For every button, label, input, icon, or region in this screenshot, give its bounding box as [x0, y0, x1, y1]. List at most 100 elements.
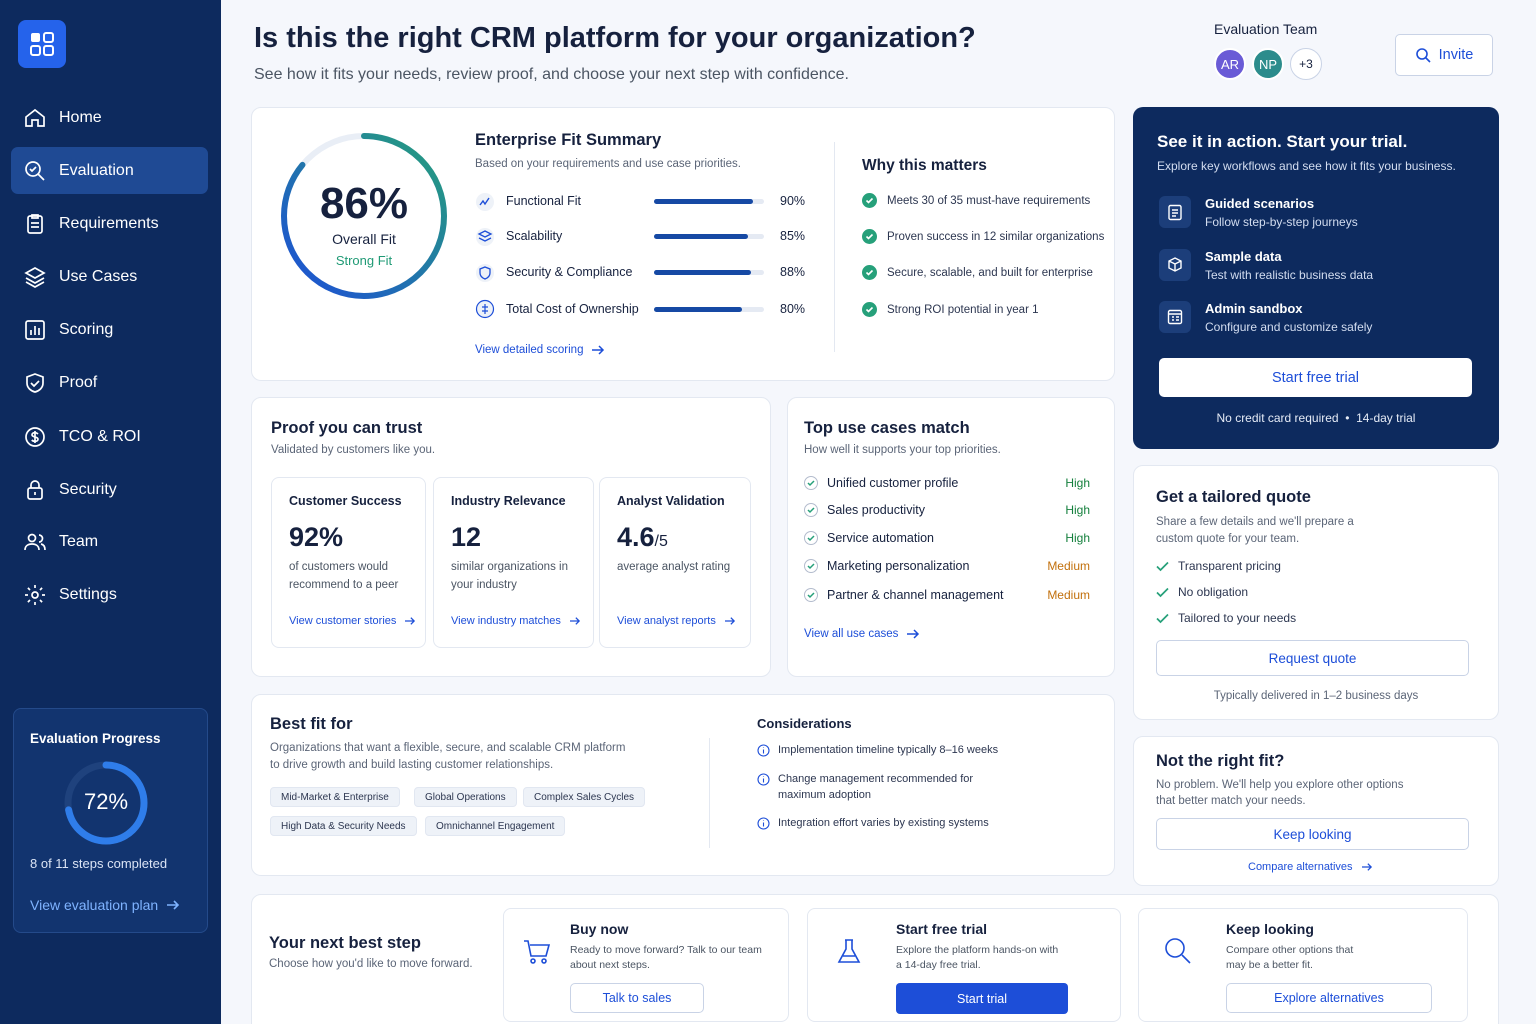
talk-to-sales-button[interactable]: Talk to sales — [570, 983, 704, 1013]
box-icon — [1159, 249, 1191, 281]
trial-subtitle: Explore key workflows and see how it fit… — [1157, 159, 1456, 173]
start-trial-button[interactable]: Start trial — [896, 983, 1068, 1014]
sidebar-item-home[interactable]: Home — [11, 94, 208, 141]
view-industry-matches-link[interactable]: View industry matches — [451, 615, 581, 627]
fit-row-value: 90% — [780, 194, 806, 208]
trial-card: See it in action. Start your trial. Expl… — [1133, 107, 1499, 449]
not-fit-title: Not the right fit? — [1156, 752, 1285, 770]
sidebar-item-scoring[interactable]: Scoring — [11, 306, 208, 353]
link-label: View detailed scoring — [475, 344, 584, 356]
keep-looking-button[interactable]: Keep looking — [1156, 818, 1469, 850]
sidebar-item-requirements[interactable]: Requirements — [11, 200, 208, 247]
view-all-use-cases-link[interactable]: View all use cases — [804, 628, 920, 640]
sidebar-item-label: Scoring — [59, 320, 114, 338]
trial-feature: Admin sandbox Configure and customize saf… — [1159, 301, 1372, 334]
why-item: Meets 30 of 35 must-have requirements — [862, 193, 1090, 208]
start-free-trial-button[interactable]: Start free trial — [1159, 358, 1472, 397]
search-icon — [1415, 48, 1431, 63]
arrow-right-icon — [724, 617, 735, 625]
use-cases-title: Top use cases match — [804, 419, 970, 437]
gear-icon — [25, 584, 45, 605]
sidebar-item-use-cases[interactable]: Use Cases — [11, 253, 208, 300]
invite-button[interactable]: Invite — [1395, 34, 1493, 76]
consideration-item: Change management recommended for maximu… — [757, 771, 1007, 803]
link-label: View customer stories — [289, 615, 397, 627]
fit-bar — [654, 307, 764, 312]
use-case-label: Partner & channel management — [827, 588, 1004, 602]
view-analyst-reports-link[interactable]: View analyst reports — [617, 615, 736, 627]
sidebar-item-security[interactable]: Security — [11, 466, 208, 513]
divider — [709, 738, 710, 848]
check-icon — [1156, 587, 1169, 597]
sidebar-item-tco-roi[interactable]: TCO & ROI — [11, 413, 208, 460]
link-label: View industry matches — [451, 615, 561, 627]
fit-chip: Complex Sales Cycles — [523, 787, 646, 807]
option-title: Start free trial — [896, 921, 988, 937]
use-case-label: Service automation — [827, 531, 935, 545]
fit-summary-subtitle: Based on your requirements and use case … — [475, 158, 741, 170]
proof-subtitle: Validated by customers like you. — [271, 444, 436, 456]
use-case-label: Sales productivity — [827, 503, 925, 517]
link-label: View evaluation plan — [30, 897, 159, 913]
fit-chip: Mid-Market & Enterprise — [270, 787, 400, 807]
request-quote-button[interactable]: Request quote — [1156, 640, 1469, 676]
fit-row-value: 80% — [780, 302, 806, 316]
view-evaluation-plan-link[interactable]: View evaluation plan — [30, 897, 180, 913]
search-icon — [1165, 938, 1191, 964]
info-icon — [757, 744, 770, 757]
arrow-right-icon — [167, 900, 180, 910]
compare-alternatives-link[interactable]: Compare alternatives — [1248, 861, 1373, 873]
view-customer-stories-link[interactable]: View customer stories — [289, 615, 416, 627]
consideration-item: Integration effort varies by existing sy… — [757, 815, 989, 831]
bar-chart-icon — [25, 319, 45, 340]
option-desc: Explore the platform hands-on with a 14-… — [896, 944, 1059, 971]
sidebar-item-team[interactable]: Team — [11, 518, 208, 565]
overall-fit-score: 86% — [319, 179, 409, 228]
dollar-icon — [25, 426, 45, 447]
page-subtitle: See how it fits your needs, review proof… — [254, 66, 849, 83]
avatar[interactable]: AR — [1214, 48, 1246, 80]
view-detailed-scoring-link[interactable]: View detailed scoring — [475, 344, 605, 356]
option-desc: Compare other options that may be a bett… — [1226, 944, 1354, 971]
proof-subcard: Analyst Validation 4.6/5 average analyst… — [599, 477, 751, 648]
fit-row-value: 88% — [780, 265, 806, 279]
fit-row-label: Total Cost of Ownership — [506, 302, 639, 316]
check-icon — [804, 531, 818, 545]
best-fit-title: Best fit for — [270, 715, 353, 733]
use-case-row: Service automation High — [804, 531, 1090, 545]
check-circle-icon — [862, 193, 877, 208]
why-text: Strong ROI potential in year 1 — [887, 303, 1039, 316]
evaluation-progress-card: Evaluation Progress 72% 8 of 11 steps co… — [13, 708, 208, 933]
proof-subcard: Customer Success 92% of customers would … — [271, 477, 426, 648]
quote-check-item: No obligation — [1156, 585, 1248, 599]
why-title: Why this matters — [862, 157, 987, 174]
more-members-badge[interactable]: +3 — [1290, 48, 1322, 80]
quote-check-item: Transparent pricing — [1156, 559, 1281, 573]
next-step-title: Your next best step — [269, 934, 421, 952]
consideration-text: Change management recommended for maximu… — [778, 773, 974, 801]
shield-check-icon — [26, 372, 44, 393]
next-step-option: Keep looking Compare other options that … — [1138, 908, 1468, 1022]
fit-chip: High Data & Security Needs — [270, 816, 417, 836]
sidebar-item-settings[interactable]: Settings — [11, 571, 208, 618]
lock-icon — [27, 479, 43, 500]
proof-card-value: 4.6/5 — [617, 522, 668, 553]
sidebar-item-evaluation[interactable]: Evaluation — [11, 147, 208, 194]
explore-alternatives-button[interactable]: Explore alternatives — [1226, 983, 1432, 1013]
quote-check-text: No obligation — [1178, 585, 1249, 599]
proof-card-value: 12 — [451, 522, 481, 553]
link-label: View analyst reports — [617, 615, 716, 627]
proof-subcard: Industry Relevance 12 similar organizati… — [433, 477, 594, 648]
fit-strength: Strong Fit — [335, 253, 393, 268]
check-icon — [804, 503, 818, 517]
sidebar-item-proof[interactable]: Proof — [11, 359, 208, 406]
avatar[interactable]: NP — [1252, 48, 1284, 80]
use-case-level: High — [1065, 503, 1090, 517]
app-logo-icon[interactable] — [18, 20, 66, 68]
proof-title: Proof you can trust — [271, 419, 423, 437]
settings-panel-icon — [1159, 301, 1191, 333]
fit-chip: Omnichannel Engagement — [425, 816, 566, 836]
trial-note: No credit card required • 14-day trial — [1216, 411, 1416, 425]
check-circle-icon — [862, 265, 877, 280]
use-case-row: Unified customer profile High — [804, 476, 1090, 490]
